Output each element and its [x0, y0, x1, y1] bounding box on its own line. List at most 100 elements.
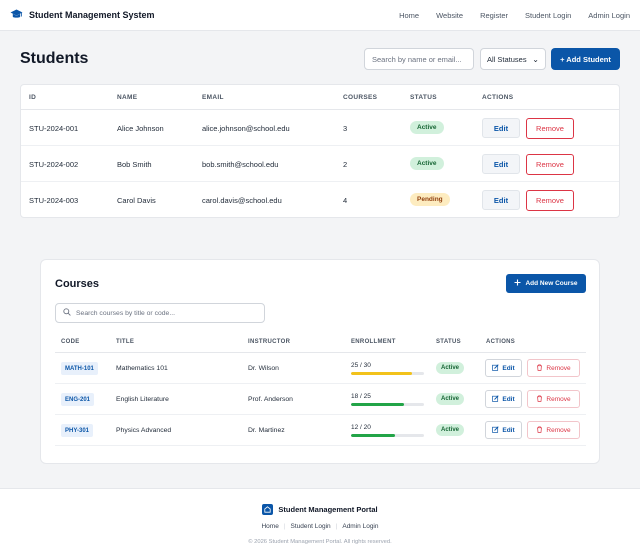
edit-button[interactable]: Edit — [482, 118, 520, 138]
edit-button[interactable]: Edit — [482, 154, 520, 174]
remove-button[interactable]: Remove — [526, 118, 574, 139]
course-code: ENG-201 — [61, 393, 95, 406]
course-code: PHY-301 — [61, 424, 94, 437]
courses-title: Courses — [55, 278, 100, 290]
student-search-input[interactable] — [364, 48, 474, 70]
student-name: Alice Johnson — [117, 124, 164, 133]
student-id: STU-2024-002 — [29, 160, 79, 169]
nav-link-student-login[interactable]: Student Login — [525, 11, 571, 20]
column-header-instructor: INSTRUCTOR — [248, 339, 291, 345]
course-search-placeholder: Search courses by title or code... — [76, 309, 175, 317]
column-header-status[interactable]: STATUS — [410, 94, 437, 101]
enrollment-bar — [351, 403, 424, 406]
nav-link-home[interactable]: Home — [399, 11, 419, 20]
course-search-input[interactable]: Search courses by title or code... — [55, 303, 265, 323]
edit-label: Edit — [502, 426, 515, 434]
trash-icon — [536, 363, 543, 373]
trash-icon — [536, 425, 543, 435]
column-header-courses[interactable]: COURSES — [343, 94, 377, 101]
enrollment-count: 12 / 20 — [351, 424, 371, 431]
student-courses: 3 — [343, 124, 348, 133]
remove-course-button[interactable]: Remove — [527, 390, 580, 408]
status-badge: Active — [436, 362, 465, 374]
nav-link-website[interactable]: Website — [436, 11, 463, 20]
remove-course-button[interactable]: Remove — [527, 421, 580, 439]
column-header-title: TITLE — [116, 339, 135, 345]
column-header-name[interactable]: NAME — [117, 94, 137, 101]
column-header-actions: ACTIONS — [486, 339, 516, 345]
edit-label: Edit — [502, 395, 515, 403]
course-instructor: Dr. Martinez — [248, 427, 285, 434]
student-id: STU-2024-003 — [29, 196, 79, 205]
footer-links: Home | Student Login | Admin Login — [0, 523, 640, 530]
students-table-header: ID NAME EMAIL COURSES STATUS ACTIONS — [21, 85, 619, 110]
enrollment-count: 25 / 30 — [351, 362, 371, 369]
status-badge: Active — [410, 157, 444, 170]
edit-icon — [492, 363, 499, 373]
edit-course-button[interactable]: Edit — [485, 421, 522, 439]
remove-course-button[interactable]: Remove — [527, 359, 580, 377]
search-icon — [63, 308, 71, 318]
add-course-label: Add New Course — [525, 280, 578, 287]
status-badge: Active — [436, 393, 465, 405]
course-instructor: Prof. Anderson — [248, 396, 293, 403]
enrollment-bar — [351, 434, 424, 437]
nav-link-register[interactable]: Register — [480, 11, 508, 20]
student-name: Bob Smith — [117, 160, 152, 169]
student-name: Carol Davis — [117, 196, 156, 205]
remove-button[interactable]: Remove — [526, 190, 574, 211]
brand[interactable]: Student Management System — [10, 9, 155, 22]
column-header-id[interactable]: ID — [29, 94, 36, 101]
enrollment-bar-fill — [351, 372, 412, 375]
portal-logo-icon — [262, 504, 274, 515]
courses-table-header: CODE TITLE INSTRUCTOR ENROLLMENT STATUS … — [55, 335, 586, 353]
enrollment-bar-fill — [351, 434, 395, 437]
students-title: Students — [20, 50, 89, 67]
edit-icon — [492, 425, 499, 435]
footer-title: Student Management Portal — [278, 505, 378, 514]
add-student-button[interactable]: + Add Student — [551, 48, 620, 70]
enrollment-count: 18 / 25 — [351, 393, 371, 400]
column-header-code: CODE — [61, 339, 80, 345]
edit-course-button[interactable]: Edit — [485, 390, 522, 408]
edit-button[interactable]: Edit — [482, 190, 520, 210]
column-header-actions: ACTIONS — [482, 94, 514, 101]
course-row: ENG-201 English Literature Prof. Anderso… — [55, 384, 586, 415]
status-filter-select[interactable]: All Statuses ⌄ — [480, 48, 546, 70]
student-courses: 2 — [343, 160, 348, 169]
student-courses: 4 — [343, 196, 348, 205]
course-row: MATH-101 Mathematics 101 Dr. Wilson 25 /… — [55, 353, 586, 384]
remove-label: Remove — [546, 395, 571, 403]
remove-button[interactable]: Remove — [526, 154, 574, 175]
chevron-down-icon: ⌄ — [532, 54, 539, 64]
remove-label: Remove — [546, 364, 571, 372]
course-title: English Literature — [116, 396, 169, 403]
remove-label: Remove — [546, 426, 571, 434]
copyright-text: © 2026 Student Management Portal. All ri… — [248, 539, 392, 545]
course-title: Mathematics 101 — [116, 365, 168, 372]
footer-link-student-login[interactable]: Student Login — [286, 523, 336, 530]
plus-icon — [514, 279, 521, 288]
edit-icon — [492, 394, 499, 404]
trash-icon — [536, 394, 543, 404]
course-code: MATH-101 — [61, 362, 98, 375]
column-header-status: STATUS — [436, 339, 461, 345]
column-header-email[interactable]: EMAIL — [202, 94, 224, 101]
add-course-button[interactable]: Add New Course — [506, 274, 586, 293]
nav-link-admin-login[interactable]: Admin Login — [588, 11, 630, 20]
status-filter-value: All Statuses — [487, 54, 527, 64]
course-instructor: Dr. Wilson — [248, 365, 279, 372]
student-email: carol.davis@school.edu — [202, 196, 282, 205]
column-header-enrollment: ENROLLMENT — [351, 339, 396, 345]
students-table: ID NAME EMAIL COURSES STATUS ACTIONS STU… — [20, 84, 620, 218]
edit-course-button[interactable]: Edit — [485, 359, 522, 377]
table-row: STU-2024-003 Carol Davis carol.davis@sch… — [21, 182, 619, 218]
enrollment-bar-fill — [351, 403, 404, 406]
status-badge: Pending — [410, 193, 450, 206]
footer-link-home[interactable]: Home — [256, 523, 283, 530]
footer-link-admin-login[interactable]: Admin Login — [337, 523, 383, 530]
course-title: Physics Advanced — [116, 427, 172, 434]
status-badge: Active — [436, 424, 465, 436]
course-row: PHY-301 Physics Advanced Dr. Martinez 12… — [55, 415, 586, 446]
edit-label: Edit — [502, 364, 515, 372]
